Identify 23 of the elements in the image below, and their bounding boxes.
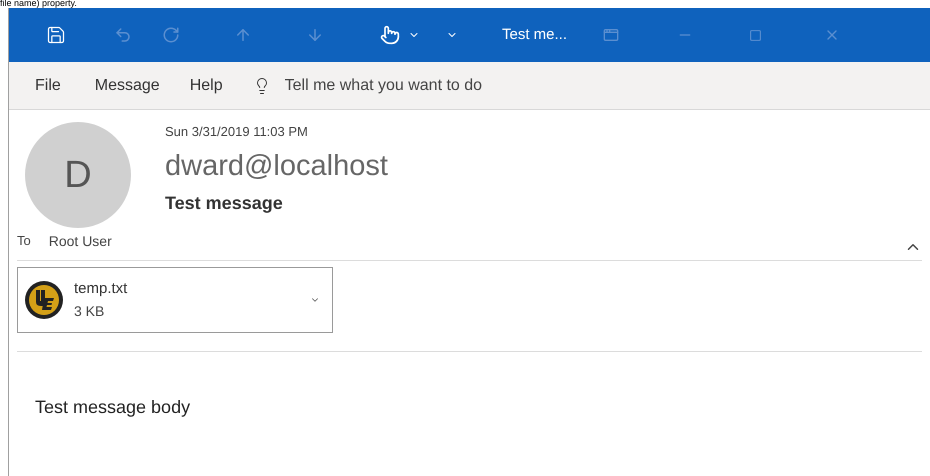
file-type-icon: [24, 280, 64, 320]
tell-me-field[interactable]: Tell me what you want to do: [284, 74, 482, 98]
message-date: Sun 3/31/2019 11:03 PM: [165, 123, 309, 141]
menu-tab[interactable]: File: [35, 74, 61, 98]
attachment-name: temp.txt: [74, 279, 128, 300]
avatar: D: [25, 122, 131, 228]
menu-tab[interactable]: Help: [190, 74, 223, 98]
touch-icon[interactable]: [380, 25, 400, 45]
save-icon[interactable]: [46, 25, 66, 45]
message-subject: Test message: [165, 192, 284, 215]
window-title: Test me...: [502, 24, 568, 45]
sender-name: dward@localhost: [165, 148, 388, 184]
ribbon-display-icon[interactable]: [603, 27, 620, 43]
undo-icon[interactable]: [114, 26, 132, 44]
menu-tab[interactable]: Message: [94, 74, 160, 98]
to-label: To: [17, 232, 31, 250]
maximize-icon[interactable]: [749, 28, 762, 42]
attachment-size: 3 KB: [74, 302, 106, 321]
recipient-name: Root User: [48, 232, 112, 250]
attachment-card[interactable]: temp.txt 3 KB: [17, 267, 333, 333]
message-body: Test message body: [35, 396, 192, 419]
down-arrow-icon[interactable]: [306, 26, 324, 44]
redo-icon[interactable]: [162, 26, 180, 44]
